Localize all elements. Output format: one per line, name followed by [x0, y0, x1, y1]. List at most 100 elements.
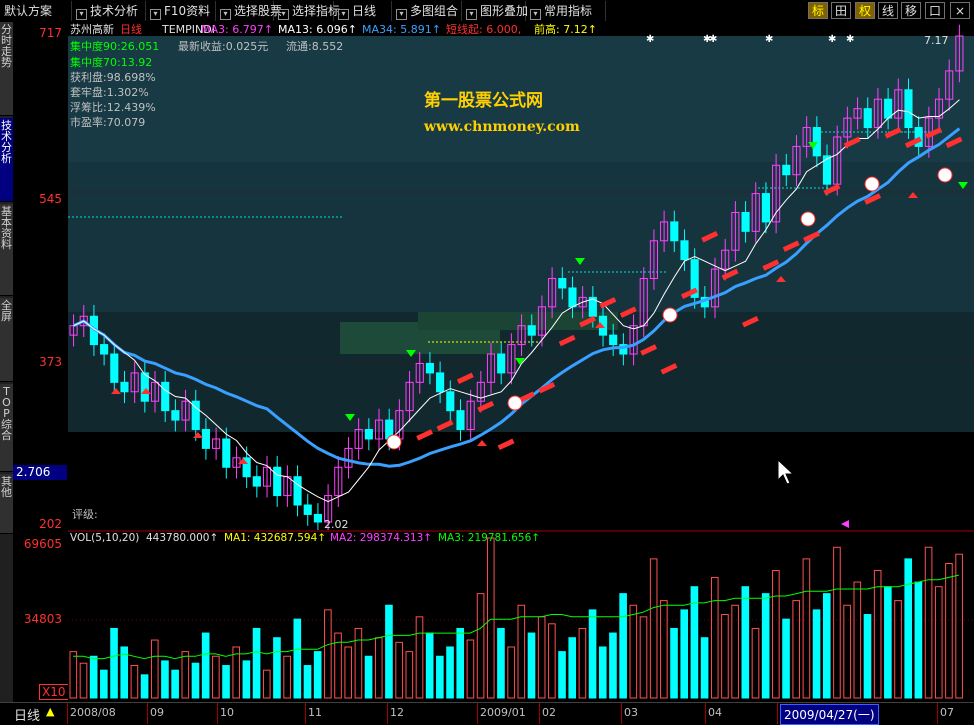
date-tick-5	[477, 703, 478, 724]
volume-header-field-0: VOL(5,10,20)	[70, 532, 139, 544]
price-label-max: 717	[39, 26, 62, 40]
left-tab-2[interactable]: 基本资料	[0, 204, 13, 296]
date-axis-bar: 日线 ▲ 2008/08 09 10 11 12 2009/01 02 03 04 2009/04/2…	[0, 702, 974, 725]
volume-bar-82	[904, 558, 913, 699]
date-tick-1	[147, 703, 148, 724]
toolbar-button-label: 默认方案	[4, 4, 53, 18]
candle-body-23	[303, 504, 312, 515]
candle-body-9	[161, 381, 170, 412]
toolbar-right-button-1[interactable]: 田	[831, 2, 851, 19]
price-label-545: 545	[39, 192, 62, 206]
date-tick-3	[305, 703, 306, 724]
candle-body-22	[293, 476, 302, 506]
event-star-icon-0: ✱	[646, 34, 654, 45]
watermark-title: 第一股票公式网	[424, 90, 543, 111]
volume-chart[interactable]: VOL(5,10,20) 443780.000↑ MA1: 432687.594↑ M…	[68, 530, 974, 702]
volume-bar-35	[425, 632, 434, 699]
date-tick-2	[217, 703, 218, 724]
volume-header-field-4: MA3: 219781.656↑	[438, 532, 540, 544]
rating-label: 评级:	[72, 508, 98, 521]
volume-bar-36	[436, 655, 444, 699]
dropdown-icon: ▾	[396, 9, 407, 20]
toolbar-button-4[interactable]: ▾ 选择指标	[274, 1, 340, 21]
volume-bar-52	[598, 646, 607, 699]
current-price-marker: 2.706	[13, 465, 67, 480]
toolbar-button-label: 日线	[352, 4, 377, 18]
left-tab-3[interactable]: 全屏	[0, 298, 13, 382]
volume-bar-9	[161, 660, 169, 699]
candle-body-36	[436, 372, 445, 393]
stat-field-6: 浮筹比:12.439%	[70, 100, 156, 114]
toolbar-button-7[interactable]: ▾ 图形叠加	[462, 1, 529, 21]
date-label-8: 04	[708, 706, 722, 719]
toolbar-right-button-3[interactable]: 线	[878, 2, 898, 19]
volume-header-field-3: MA2: 298374.313↑	[330, 532, 432, 544]
smiley-icon-5	[937, 167, 953, 183]
left-tab-1[interactable]: 技术分析	[0, 118, 13, 202]
date-label-1: 09	[150, 706, 164, 719]
toolbar-button-label: F10资料	[164, 4, 211, 18]
toolbar-button-3[interactable]: ▾ 选择股票	[216, 1, 282, 21]
candle-body-5	[120, 381, 129, 393]
volume-header-field-2: MA1: 432687.594↑	[224, 532, 326, 544]
toolbar-button-2[interactable]: ▾ F10资料	[146, 1, 216, 21]
dropdown-icon: ▾	[150, 9, 161, 20]
candle-body-82	[904, 89, 913, 129]
dropdown-icon: ▾	[76, 9, 87, 20]
stat-field-3: 集中度70:13.92	[70, 55, 152, 69]
candle-body-4	[110, 353, 119, 383]
left-tab-0[interactable]: 分时走势	[0, 22, 13, 116]
date-label-3: 11	[308, 706, 322, 719]
toolbar-button-0[interactable]: 默认方案	[0, 1, 72, 21]
header-field-1: 日线	[120, 22, 142, 36]
candle-body-59	[670, 221, 679, 242]
candle-body-66	[741, 211, 750, 232]
toolbar-button-5[interactable]: ▾ 日线	[334, 1, 392, 21]
candle-body-37	[446, 391, 455, 412]
volume-bar-54	[619, 593, 627, 699]
toolbar-right-button-5[interactable]: 口	[925, 2, 945, 19]
price-label-min: 202	[39, 517, 62, 531]
price-chart[interactable]: 苏州高新 日线 TEMPINDIMA3: 6.797↑ MA13: 6.096↑ MA3…	[68, 22, 974, 530]
volume-bar-15	[222, 665, 230, 699]
volume-bar-42	[497, 627, 505, 699]
toolbar-button-label: 图形叠加	[480, 4, 529, 18]
price-axis: 717 545 373 202 2.706 69605 34803 X10	[13, 22, 69, 702]
dropdown-icon: ▾	[278, 9, 289, 20]
stat-field-2: 流通:8.552	[286, 39, 343, 53]
candle-body-42	[497, 353, 506, 374]
date-label-5: 2009/01	[480, 706, 526, 719]
stat-field-7: 市盈率:70.079	[70, 115, 145, 129]
left-tab-4[interactable]: TOP综合	[0, 384, 13, 472]
date-label-6: 02	[542, 706, 556, 719]
toolbar-button-label: 常用指标	[544, 4, 593, 18]
toolbar-right-button-4[interactable]: 移	[901, 2, 921, 19]
smiley-icon-3	[800, 211, 816, 227]
toolbar-button-8[interactable]: ▾ 常用指标	[526, 1, 606, 21]
left-tab-5[interactable]: 其他	[0, 474, 13, 534]
header-field-6: 短线起: 6.000,	[446, 22, 521, 36]
toolbar-right-button-6[interactable]: ×	[950, 2, 970, 19]
candle-body-13	[201, 429, 210, 449]
candle-body-3	[100, 344, 109, 355]
toolbar-button-1[interactable]: ▾ 技术分析	[72, 1, 146, 21]
toolbar-button-6[interactable]: ▾ 多图组合	[392, 1, 462, 21]
low-annotation: 2.02	[324, 518, 349, 530]
date-tick-9	[777, 703, 778, 724]
candle-body-53	[609, 334, 618, 346]
date-label-4: 12	[390, 706, 404, 719]
smiley-icon-0	[386, 434, 402, 450]
event-star-icon-2: ✱	[709, 34, 717, 45]
toolbar-right-button-0[interactable]: 标	[808, 2, 828, 19]
volume-bar-12	[191, 662, 200, 699]
volume-bar-7	[140, 674, 149, 699]
period-menu-icon[interactable]: ▲	[46, 705, 54, 718]
volume-bar-48	[558, 651, 566, 699]
candle-body-45	[527, 325, 536, 336]
candle-body-73	[812, 127, 821, 157]
candle-body-18	[252, 476, 261, 487]
toolbar-right-button-2[interactable]: 权	[855, 2, 875, 19]
header-field-3: MA3: 6.797↑	[201, 23, 273, 36]
volume-bar-59	[670, 627, 678, 699]
date-label-7: 03	[624, 706, 638, 719]
